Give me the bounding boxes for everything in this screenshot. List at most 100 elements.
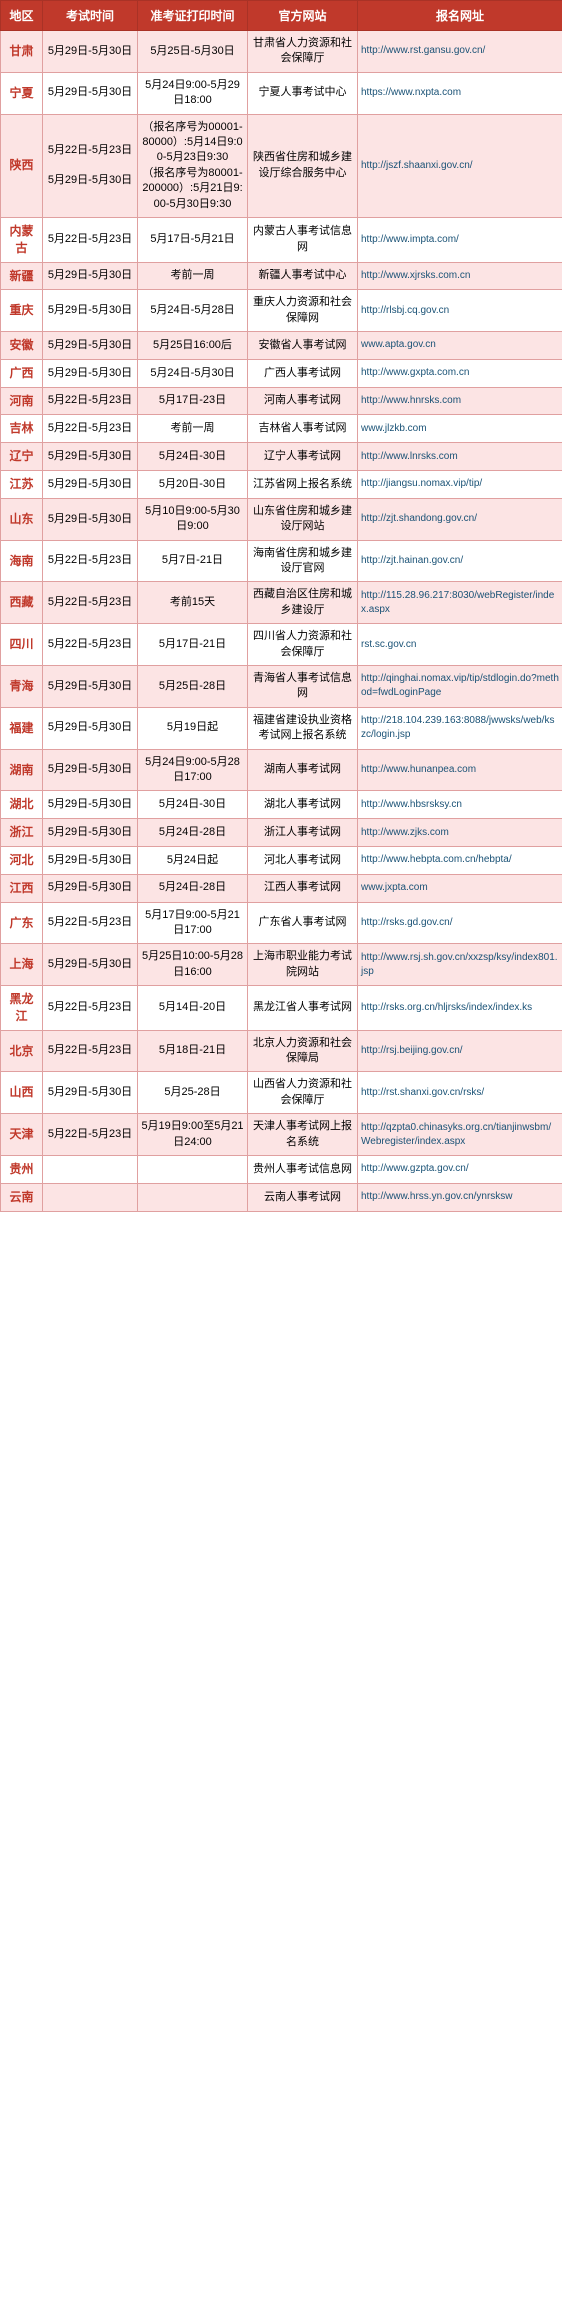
cell-region: 甘肃 (1, 31, 43, 73)
cell-exam-time: 5月29日-5月30日 (43, 332, 138, 360)
cell-url[interactable]: http://qzpta0.chinasyks.org.cn/tianjinws… (358, 1114, 562, 1156)
cell-official-site: 江西人事考试网 (248, 874, 358, 902)
cell-url[interactable]: http://www.hunanpea.com (358, 749, 562, 791)
cell-url[interactable]: http://www.xjrsks.com.cn (358, 262, 562, 290)
cell-url[interactable]: http://zjt.shandong.gov.cn/ (358, 498, 562, 540)
cell-region: 四川 (1, 624, 43, 666)
cell-url[interactable]: www.jxpta.com (358, 874, 562, 902)
cell-region: 安徽 (1, 332, 43, 360)
cell-print-time: 5月25日-5月30日 (138, 31, 248, 73)
cell-print-time: 5月18日-21日 (138, 1030, 248, 1072)
cell-exam-time: 5月29日-5月30日 (43, 846, 138, 874)
cell-url[interactable]: http://jiangsu.nomax.vip/tip/ (358, 471, 562, 499)
table-row: 湖南5月29日-5月30日5月24日9:00-5月28日17:00湖南人事考试网… (1, 749, 562, 791)
cell-print-time: 考前一周 (138, 262, 248, 290)
cell-region: 辽宁 (1, 443, 43, 471)
cell-url[interactable]: http://rsks.org.cn/hljrsks/index/index.k… (358, 986, 562, 1031)
cell-region: 江苏 (1, 471, 43, 499)
cell-official-site: 重庆人力资源和社会保障网 (248, 290, 358, 332)
cell-url[interactable]: https://www.nxpta.com (358, 72, 562, 114)
cell-exam-time: 5月22日-5月23日 5月29日-5月30日 (43, 114, 138, 217)
cell-official-site: 辽宁人事考试网 (248, 443, 358, 471)
cell-url[interactable]: http://rsks.gd.gov.cn/ (358, 902, 562, 944)
cell-print-time: 5月20日-30日 (138, 471, 248, 499)
cell-url[interactable]: http://qinghai.nomax.vip/tip/stdlogin.do… (358, 665, 562, 707)
cell-url[interactable]: http://www.zjks.com (358, 819, 562, 847)
cell-region: 西藏 (1, 582, 43, 624)
cell-exam-time: 5月29日-5月30日 (43, 749, 138, 791)
cell-official-site: 黑龙江省人事考试网 (248, 986, 358, 1031)
cell-print-time: 5月19日9:00至5月21日24:00 (138, 1114, 248, 1156)
cell-url[interactable]: http://zjt.hainan.gov.cn/ (358, 540, 562, 582)
cell-exam-time: 5月22日-5月23日 (43, 582, 138, 624)
table-row: 陕西5月22日-5月23日 5月29日-5月30日（报名序号为00001-800… (1, 114, 562, 217)
cell-url[interactable]: http://rlsbj.cq.gov.cn (358, 290, 562, 332)
cell-official-site: 北京人力资源和社会保障局 (248, 1030, 358, 1072)
cell-url[interactable]: http://www.rsj.sh.gov.cn/xxzsp/ksy/index… (358, 944, 562, 986)
cell-region: 海南 (1, 540, 43, 582)
cell-region: 宁夏 (1, 72, 43, 114)
cell-official-site: 山西省人力资源和社会保障厅 (248, 1072, 358, 1114)
main-table: 地区 考试时间 准考证打印时间 官方网站 报名网址 甘肃5月29日-5月30日5… (0, 0, 562, 1212)
header-print-time: 准考证打印时间 (138, 1, 248, 31)
table-row: 湖北5月29日-5月30日5月24日-30日湖北人事考试网http://www.… (1, 791, 562, 819)
cell-url[interactable]: www.apta.gov.cn (358, 332, 562, 360)
cell-exam-time: 5月29日-5月30日 (43, 471, 138, 499)
cell-exam-time: 5月22日-5月23日 (43, 624, 138, 666)
cell-exam-time: 5月29日-5月30日 (43, 819, 138, 847)
cell-official-site: 广西人事考试网 (248, 359, 358, 387)
header-region: 地区 (1, 1, 43, 31)
cell-url[interactable]: http://www.gzpta.gov.cn/ (358, 1156, 562, 1184)
cell-official-site: 甘肃省人力资源和社会保障厅 (248, 31, 358, 73)
cell-region: 广东 (1, 902, 43, 944)
table-row: 辽宁5月29日-5月30日5月24日-30日辽宁人事考试网http://www.… (1, 443, 562, 471)
cell-print-time: 5月14日-20日 (138, 986, 248, 1031)
cell-exam-time: 5月29日-5月30日 (43, 1072, 138, 1114)
cell-url[interactable]: http://www.hrss.yn.gov.cn/ynrsksw (358, 1183, 562, 1211)
table-row: 内蒙古5月22日-5月23日5月17日-5月21日内蒙古人事考试信息网http:… (1, 217, 562, 262)
cell-official-site: 湖南人事考试网 (248, 749, 358, 791)
cell-exam-time: 5月29日-5月30日 (43, 707, 138, 749)
cell-url[interactable]: http://www.rst.gansu.gov.cn/ (358, 31, 562, 73)
cell-url[interactable]: http://www.lnrsks.com (358, 443, 562, 471)
cell-official-site: 四川省人力资源和社会保障厅 (248, 624, 358, 666)
cell-region: 重庆 (1, 290, 43, 332)
cell-print-time: 5月25-28日 (138, 1072, 248, 1114)
cell-url[interactable]: http://218.104.239.163:8088/jwwsks/web/k… (358, 707, 562, 749)
cell-exam-time: 5月22日-5月23日 (43, 415, 138, 443)
cell-region: 北京 (1, 1030, 43, 1072)
cell-url[interactable]: http://www.impta.com/ (358, 217, 562, 262)
table-row: 甘肃5月29日-5月30日5月25日-5月30日甘肃省人力资源和社会保障厅htt… (1, 31, 562, 73)
cell-official-site: 河北人事考试网 (248, 846, 358, 874)
cell-url[interactable]: http://rst.shanxi.gov.cn/rsks/ (358, 1072, 562, 1114)
cell-print-time: 5月24日起 (138, 846, 248, 874)
table-row: 江苏5月29日-5月30日5月20日-30日江苏省网上报名系统http://ji… (1, 471, 562, 499)
cell-official-site: 安徽省人事考试网 (248, 332, 358, 360)
cell-url[interactable]: http://www.hebpta.com.cn/hebpta/ (358, 846, 562, 874)
cell-url[interactable]: http://rsj.beijing.gov.cn/ (358, 1030, 562, 1072)
cell-exam-time: 5月29日-5月30日 (43, 359, 138, 387)
cell-region: 天津 (1, 1114, 43, 1156)
cell-exam-time: 5月29日-5月30日 (43, 72, 138, 114)
cell-url[interactable]: http://www.hnrsks.com (358, 387, 562, 415)
cell-official-site: 上海市职业能力考试院网站 (248, 944, 358, 986)
cell-exam-time: 5月22日-5月23日 (43, 217, 138, 262)
cell-url[interactable]: http://www.hbsrsksy.cn (358, 791, 562, 819)
cell-print-time: 5月7日-21日 (138, 540, 248, 582)
cell-url[interactable]: http://115.28.96.217:8030/webRegister/in… (358, 582, 562, 624)
cell-region: 上海 (1, 944, 43, 986)
cell-official-site: 河南人事考试网 (248, 387, 358, 415)
cell-official-site: 海南省住房和城乡建设厅官网 (248, 540, 358, 582)
cell-url[interactable]: www.jlzkb.com (358, 415, 562, 443)
table-row: 山东5月29日-5月30日5月10日9:00-5月30日9:00山东省住房和城乡… (1, 498, 562, 540)
cell-url[interactable]: http://www.gxpta.com.cn (358, 359, 562, 387)
cell-exam-time: 5月29日-5月30日 (43, 290, 138, 332)
cell-official-site: 内蒙古人事考试信息网 (248, 217, 358, 262)
cell-region: 吉林 (1, 415, 43, 443)
cell-url[interactable]: rst.sc.gov.cn (358, 624, 562, 666)
cell-url[interactable]: http://jszf.shaanxi.gov.cn/ (358, 114, 562, 217)
table-row: 广东5月22日-5月23日5月17日9:00-5月21日17:00广东省人事考试… (1, 902, 562, 944)
table-row: 贵州贵州人事考试信息网http://www.gzpta.gov.cn/ (1, 1156, 562, 1184)
cell-official-site: 吉林省人事考试网 (248, 415, 358, 443)
cell-region: 黑龙江 (1, 986, 43, 1031)
